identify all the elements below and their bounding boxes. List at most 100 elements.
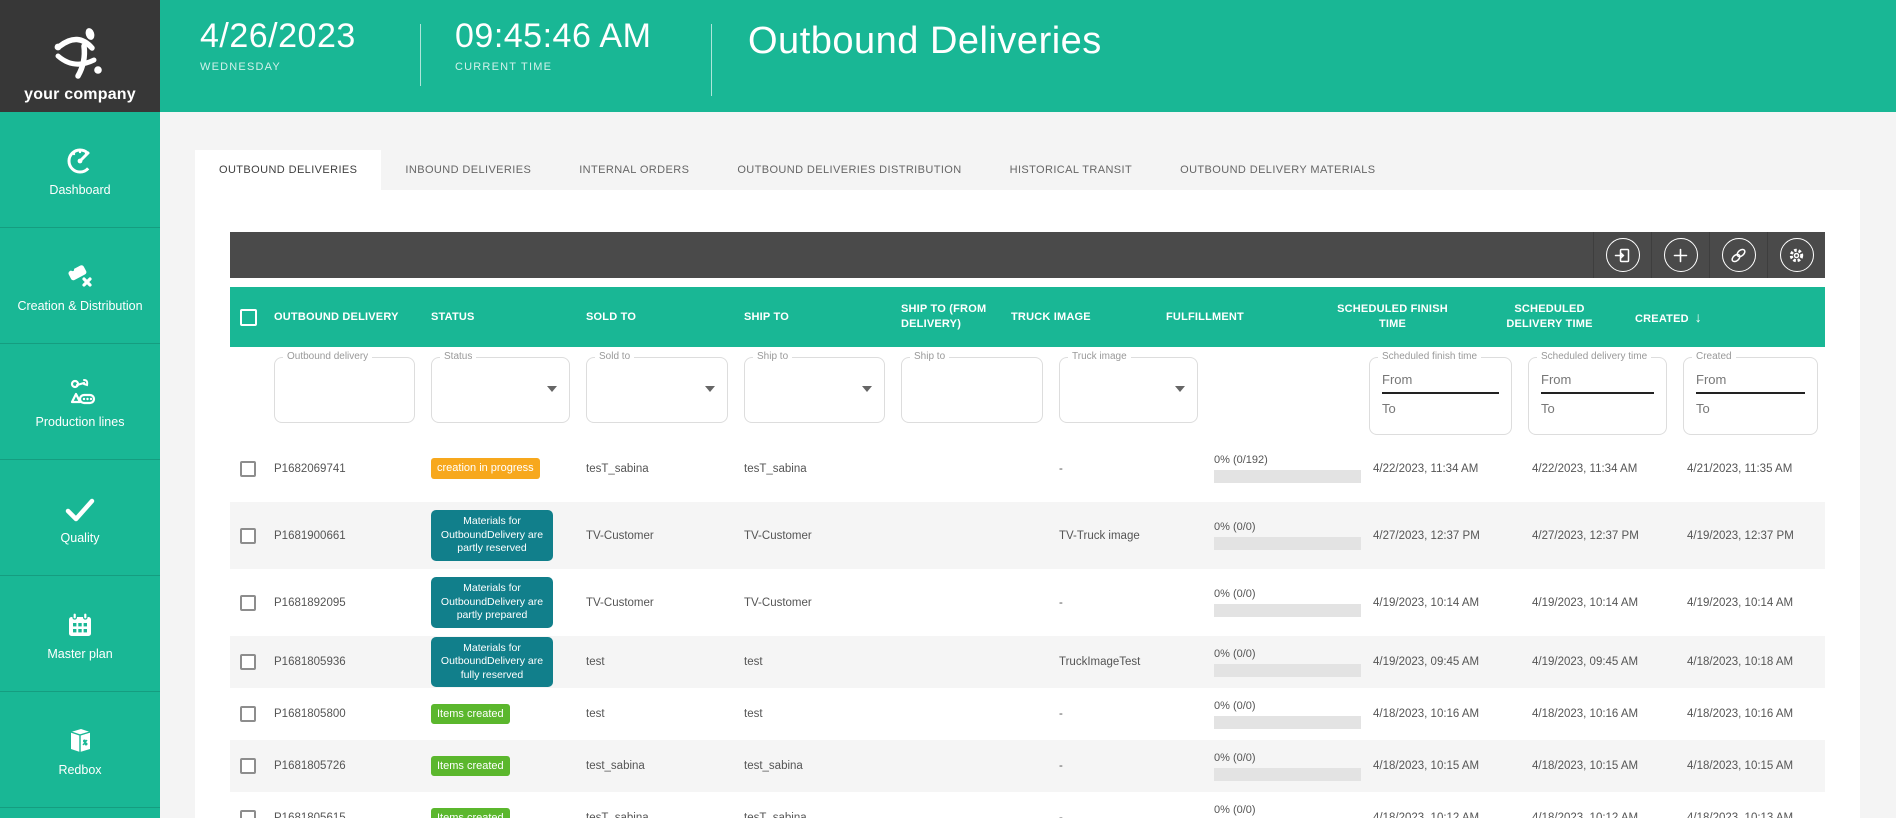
filter-label: Truck image — [1068, 351, 1131, 362]
filter-label: Scheduled delivery time — [1537, 351, 1651, 362]
company-logo[interactable]: your company — [0, 0, 160, 112]
row-checkbox[interactable] — [240, 595, 256, 611]
created-value: 4/18/2023, 10:16 AM — [1675, 708, 1826, 720]
column-header-ship-to[interactable]: SHIP TO — [736, 310, 893, 325]
sidebar-item-production-lines[interactable]: Production lines — [0, 344, 160, 460]
sold-to-filter-select[interactable]: Sold to — [586, 357, 728, 423]
tab-bar: OUTBOUND DELIVERIES INBOUND DELIVERIES I… — [195, 150, 1400, 190]
sold-to-value: test — [578, 708, 736, 720]
fulfillment-progress-bar — [1214, 716, 1361, 729]
dashboard-gauge-icon — [65, 141, 95, 175]
column-header-sold-to[interactable]: SOLD TO — [578, 310, 736, 325]
table-row[interactable]: P1682069741 creation in progress tesT_sa… — [230, 435, 1825, 502]
truck-image-filter-select[interactable]: Truck image — [1059, 357, 1198, 423]
tab[interactable]: INBOUND DELIVERIES — [381, 150, 555, 190]
fulfillment-cell: 0% (0/0) — [1206, 700, 1361, 729]
column-header-status[interactable]: STATUS — [423, 310, 578, 325]
fulfillment-progress-bar — [1214, 604, 1361, 617]
weekday-label: WEDNESDAY — [200, 61, 386, 73]
outbound-delivery-id: P1681805615 — [266, 812, 423, 818]
status-badge: creation in progress — [431, 458, 540, 478]
tab[interactable]: OUTBOUND DELIVERY MATERIALS — [1156, 150, 1399, 190]
tab[interactable]: HISTORICAL TRANSIT — [986, 150, 1157, 190]
chevron-down-icon — [1175, 386, 1185, 392]
fulfillment-progress-bar — [1214, 664, 1361, 677]
settings-icon — [1780, 238, 1814, 272]
chevron-down-icon — [862, 386, 872, 392]
outbound-delivery-filter-input[interactable]: Outbound delivery — [274, 357, 415, 423]
table-row[interactable]: P1681805936 Materials for OutboundDelive… — [230, 636, 1825, 688]
from-date-input[interactable]: From — [1696, 372, 1805, 394]
settings-button[interactable] — [1767, 232, 1825, 278]
column-header-outbound-delivery[interactable]: OUTBOUND DELIVERY — [266, 310, 423, 325]
status-filter-select[interactable]: Status — [431, 357, 570, 423]
select-all-checkbox[interactable] — [240, 309, 257, 326]
ship-to-filter-select[interactable]: Ship to — [744, 357, 885, 423]
sidebar-item-creation-distribution[interactable]: Creation & Distribution — [0, 228, 160, 344]
sidebar-item-label: Master plan — [43, 647, 116, 661]
link-button[interactable] — [1709, 232, 1767, 278]
column-header-fulfillment[interactable]: FULFILLMENT — [1158, 310, 1313, 325]
created-filter[interactable]: Created From To — [1683, 357, 1818, 435]
sidebar-item-dashboard[interactable]: Dashboard — [0, 112, 160, 228]
row-checkbox[interactable] — [240, 654, 256, 670]
status-badge: Materials for OutboundDelivery are partl… — [431, 577, 553, 628]
column-header-truck-image[interactable]: TRUCK IMAGE — [1003, 310, 1158, 325]
fulfillment-progress-bar — [1214, 537, 1361, 550]
export-icon — [1606, 238, 1640, 272]
ship-to-value: TV-Customer — [736, 597, 893, 609]
box-icon — [65, 721, 95, 755]
export-button[interactable] — [1593, 232, 1651, 278]
row-checkbox[interactable] — [240, 810, 256, 818]
scheduled-delivery-time-value: 4/27/2023, 12:37 PM — [1520, 530, 1675, 542]
current-time-label: CURRENT TIME — [455, 61, 677, 73]
scheduled-finish-time-value: 4/18/2023, 10:16 AM — [1361, 708, 1520, 720]
row-checkbox[interactable] — [240, 706, 256, 722]
to-date-input[interactable]: To — [1541, 394, 1654, 416]
scheduled-delivery-time-value: 4/22/2023, 11:34 AM — [1520, 463, 1675, 475]
scheduled-finish-time-value: 4/18/2023, 10:15 AM — [1361, 760, 1520, 772]
column-header-ship-to-from-delivery[interactable]: SHIP TO (FROM DELIVERY) — [893, 302, 1003, 332]
sidebar-item-master-plan[interactable]: Master plan — [0, 576, 160, 692]
sidebar-item-redbox[interactable]: Redbox — [0, 692, 160, 808]
table-row[interactable]: P1681805800 Items created test test - 0%… — [230, 688, 1825, 740]
ship-to-from-delivery-filter-input[interactable]: Ship to — [901, 357, 1043, 423]
scheduled-delivery-time-filter[interactable]: Scheduled delivery time From To — [1528, 357, 1667, 435]
scheduled-finish-time-value: 4/19/2023, 10:14 AM — [1361, 597, 1520, 609]
from-date-input[interactable]: From — [1382, 372, 1499, 394]
scheduled-delivery-time-value: 4/19/2023, 10:14 AM — [1520, 597, 1675, 609]
table-row[interactable]: P1681892095 Materials for OutboundDelive… — [230, 569, 1825, 636]
current-time: 09:45:46 AM — [455, 18, 677, 55]
filter-label: Sold to — [595, 351, 634, 362]
to-date-input[interactable]: To — [1696, 394, 1805, 416]
sold-to-value: test — [578, 656, 736, 668]
sidebar-item-quality[interactable]: Quality — [0, 460, 160, 576]
table-row[interactable]: P1681805615 Items created tesT_sabina te… — [230, 792, 1825, 818]
column-header-created[interactable]: CREATED↓ — [1627, 308, 1778, 327]
table-header-row: OUTBOUND DELIVERY STATUS SOLD TO SHIP TO… — [230, 287, 1825, 347]
add-button[interactable] — [1651, 232, 1709, 278]
column-header-scheduled-finish-time[interactable]: SCHEDULED FINISH TIME — [1313, 302, 1472, 332]
to-date-input[interactable]: To — [1382, 394, 1499, 416]
row-checkbox[interactable] — [240, 758, 256, 774]
fulfillment-value: 0% (0/0) — [1214, 700, 1361, 712]
sidebar-item-label: Production lines — [32, 415, 129, 429]
column-header-scheduled-delivery-time[interactable]: SCHEDULED DELIVERY TIME — [1472, 302, 1627, 332]
chevron-down-icon — [705, 386, 715, 392]
tab[interactable]: INTERNAL ORDERS — [555, 150, 713, 190]
calendar-icon — [66, 605, 94, 639]
sidebar-item-label: Quality — [57, 531, 104, 545]
table-row[interactable]: P1681805726 Items created test_sabina te… — [230, 740, 1825, 792]
tab[interactable]: OUTBOUND DELIVERIES DISTRIBUTION — [713, 150, 985, 190]
from-date-input[interactable]: From — [1541, 372, 1654, 394]
outbound-delivery-id: P1682069741 — [266, 463, 423, 475]
ship-to-value: TV-Customer — [736, 530, 893, 542]
sold-to-value: tesT_sabina — [578, 463, 736, 475]
ship-to-value: test — [736, 708, 893, 720]
row-checkbox[interactable] — [240, 528, 256, 544]
table-row[interactable]: P1681900661 Materials for OutboundDelive… — [230, 502, 1825, 569]
fulfillment-value: 0% (0/192) — [1214, 454, 1361, 466]
tab[interactable]: OUTBOUND DELIVERIES — [195, 150, 381, 190]
row-checkbox[interactable] — [240, 461, 256, 477]
scheduled-finish-time-filter[interactable]: Scheduled finish time From To — [1369, 357, 1512, 435]
